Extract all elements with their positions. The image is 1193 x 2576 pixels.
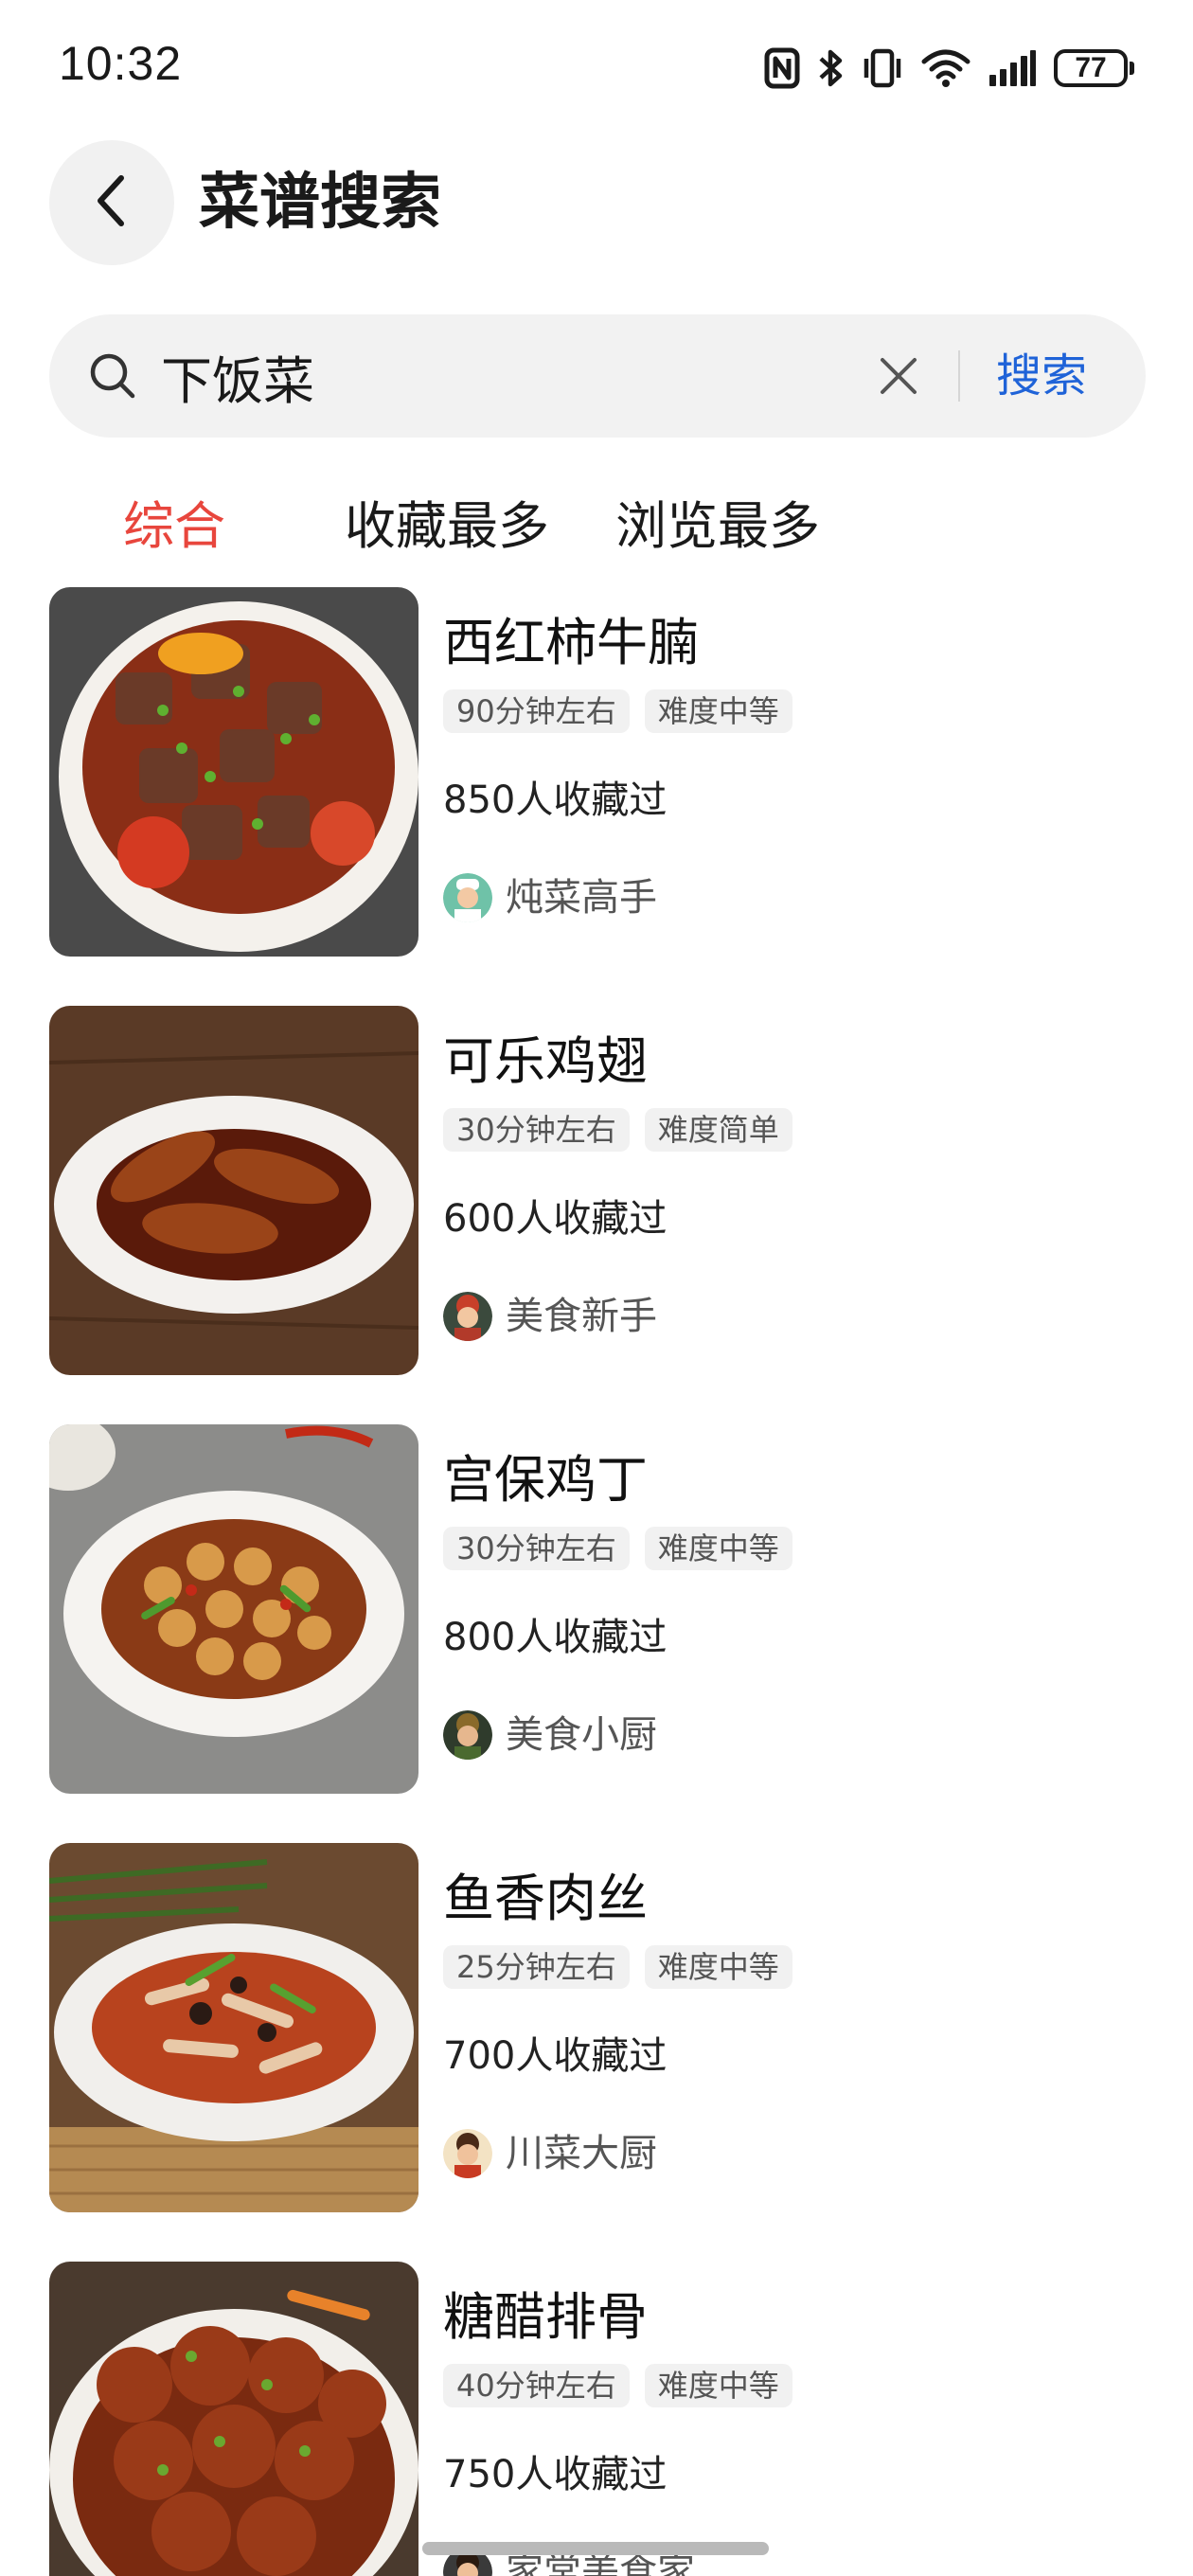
author[interactable]: 美食小厨 bbox=[443, 1710, 657, 1760]
difficulty-tag: 难度中等 bbox=[644, 1945, 792, 1989]
save-count: 600人收藏过 bbox=[443, 1197, 668, 1241]
tab-comprehensive[interactable]: 综合 bbox=[123, 492, 225, 561]
header: 菜谱搜索 bbox=[0, 140, 1193, 267]
back-button[interactable] bbox=[49, 140, 174, 265]
status-time: 10:32 bbox=[59, 37, 183, 90]
recipe-image[interactable] bbox=[49, 1006, 418, 1375]
search-bar: 搜索 bbox=[49, 314, 1146, 438]
recipe-tags: 40分钟左右 难度中等 bbox=[443, 2364, 792, 2407]
time-tag: 30分钟左右 bbox=[443, 1527, 630, 1570]
difficulty-tag: 难度中等 bbox=[644, 689, 792, 733]
tab-most-viewed[interactable]: 浏览最多 bbox=[615, 492, 820, 561]
wifi-icon bbox=[921, 48, 970, 88]
recipe-tags: 30分钟左右 难度中等 bbox=[443, 1527, 792, 1570]
recipe-image[interactable] bbox=[49, 1424, 418, 1794]
battery-level: 77 bbox=[1054, 49, 1128, 87]
save-count: 850人收藏过 bbox=[443, 778, 668, 822]
search-input[interactable] bbox=[161, 341, 881, 411]
author[interactable]: 川菜大厨 bbox=[443, 2129, 657, 2178]
author[interactable]: 炖菜高手 bbox=[443, 873, 657, 922]
search-button[interactable]: 搜索 bbox=[996, 343, 1087, 409]
avatar bbox=[443, 1710, 492, 1760]
nfc-icon bbox=[764, 47, 800, 89]
recipe-image[interactable] bbox=[49, 1843, 418, 2212]
author-name: 炖菜高手 bbox=[506, 876, 657, 920]
home-indicator[interactable] bbox=[422, 2542, 769, 2555]
recipe-card[interactable]: 可乐鸡翅 30分钟左右 难度简单 600人收藏过 美食新手 bbox=[49, 1006, 1146, 1377]
recipe-card[interactable]: 鱼香肉丝 25分钟左右 难度中等 700人收藏过 川菜大厨 bbox=[49, 1843, 1146, 2214]
recipe-name: 糖醋排骨 bbox=[443, 2287, 648, 2347]
difficulty-tag: 难度中等 bbox=[644, 2364, 792, 2407]
author-name: 美食小厨 bbox=[506, 1713, 657, 1757]
status-icons: 77 bbox=[764, 44, 1134, 93]
recipe-card[interactable]: 糖醋排骨 40分钟左右 难度中等 750人收藏过 家常美食家 bbox=[49, 2262, 1146, 2576]
vibrate-icon bbox=[861, 47, 904, 89]
page-title: 菜谱搜索 bbox=[199, 168, 441, 238]
author-name: 川菜大厨 bbox=[506, 2132, 657, 2175]
recipe-tags: 25分钟左右 难度中等 bbox=[443, 1945, 792, 1989]
recipe-tags: 30分钟左右 难度简单 bbox=[443, 1108, 792, 1152]
avatar bbox=[443, 2129, 492, 2178]
save-count: 800人收藏过 bbox=[443, 1616, 668, 1659]
clear-icon[interactable] bbox=[875, 352, 922, 403]
recipe-search-screen: 10:32 77 菜谱搜索 下饭菜 搜索 综合 收藏最多 浏览最多 西红柿牛腩 … bbox=[0, 0, 1193, 2576]
recipe-image[interactable] bbox=[49, 587, 418, 957]
time-tag: 90分钟左右 bbox=[443, 689, 630, 733]
time-tag: 30分钟左右 bbox=[443, 1108, 630, 1152]
tab-most-saved[interactable]: 收藏最多 bbox=[345, 492, 549, 561]
recipe-tags: 90分钟左右 难度中等 bbox=[443, 689, 792, 733]
avatar bbox=[443, 1292, 492, 1341]
signal-icon bbox=[988, 48, 1037, 88]
save-count: 700人收藏过 bbox=[443, 2034, 668, 2078]
save-count: 750人收藏过 bbox=[443, 2453, 668, 2496]
author[interactable]: 美食新手 bbox=[443, 1292, 657, 1341]
battery-icon: 77 bbox=[1054, 49, 1134, 87]
bluetooth-icon bbox=[817, 46, 844, 90]
difficulty-tag: 难度简单 bbox=[644, 1108, 792, 1152]
time-tag: 40分钟左右 bbox=[443, 2364, 630, 2407]
sort-tabs: 综合 收藏最多 浏览最多 bbox=[0, 492, 1193, 568]
recipe-name: 宫保鸡丁 bbox=[443, 1450, 648, 1510]
recipe-card[interactable]: 宫保鸡丁 30分钟左右 难度中等 800人收藏过 美食小厨 bbox=[49, 1424, 1146, 1796]
time-tag: 25分钟左右 bbox=[443, 1945, 630, 1989]
recipe-image[interactable] bbox=[49, 2262, 418, 2576]
avatar bbox=[443, 873, 492, 922]
search-divider bbox=[958, 350, 960, 402]
author-name: 美食新手 bbox=[506, 1295, 657, 1338]
recipe-card[interactable]: 西红柿牛腩 90分钟左右 难度中等 850人收藏过 炖菜高手 bbox=[49, 587, 1146, 958]
recipe-name: 可乐鸡翅 bbox=[443, 1031, 648, 1091]
recipe-name: 西红柿牛腩 bbox=[443, 613, 699, 672]
search-icon bbox=[87, 350, 138, 405]
chevron-left-icon bbox=[93, 172, 131, 233]
recipe-name: 鱼香肉丝 bbox=[443, 1869, 648, 1928]
difficulty-tag: 难度中等 bbox=[644, 1527, 792, 1570]
status-bar: 10:32 77 bbox=[0, 0, 1193, 133]
